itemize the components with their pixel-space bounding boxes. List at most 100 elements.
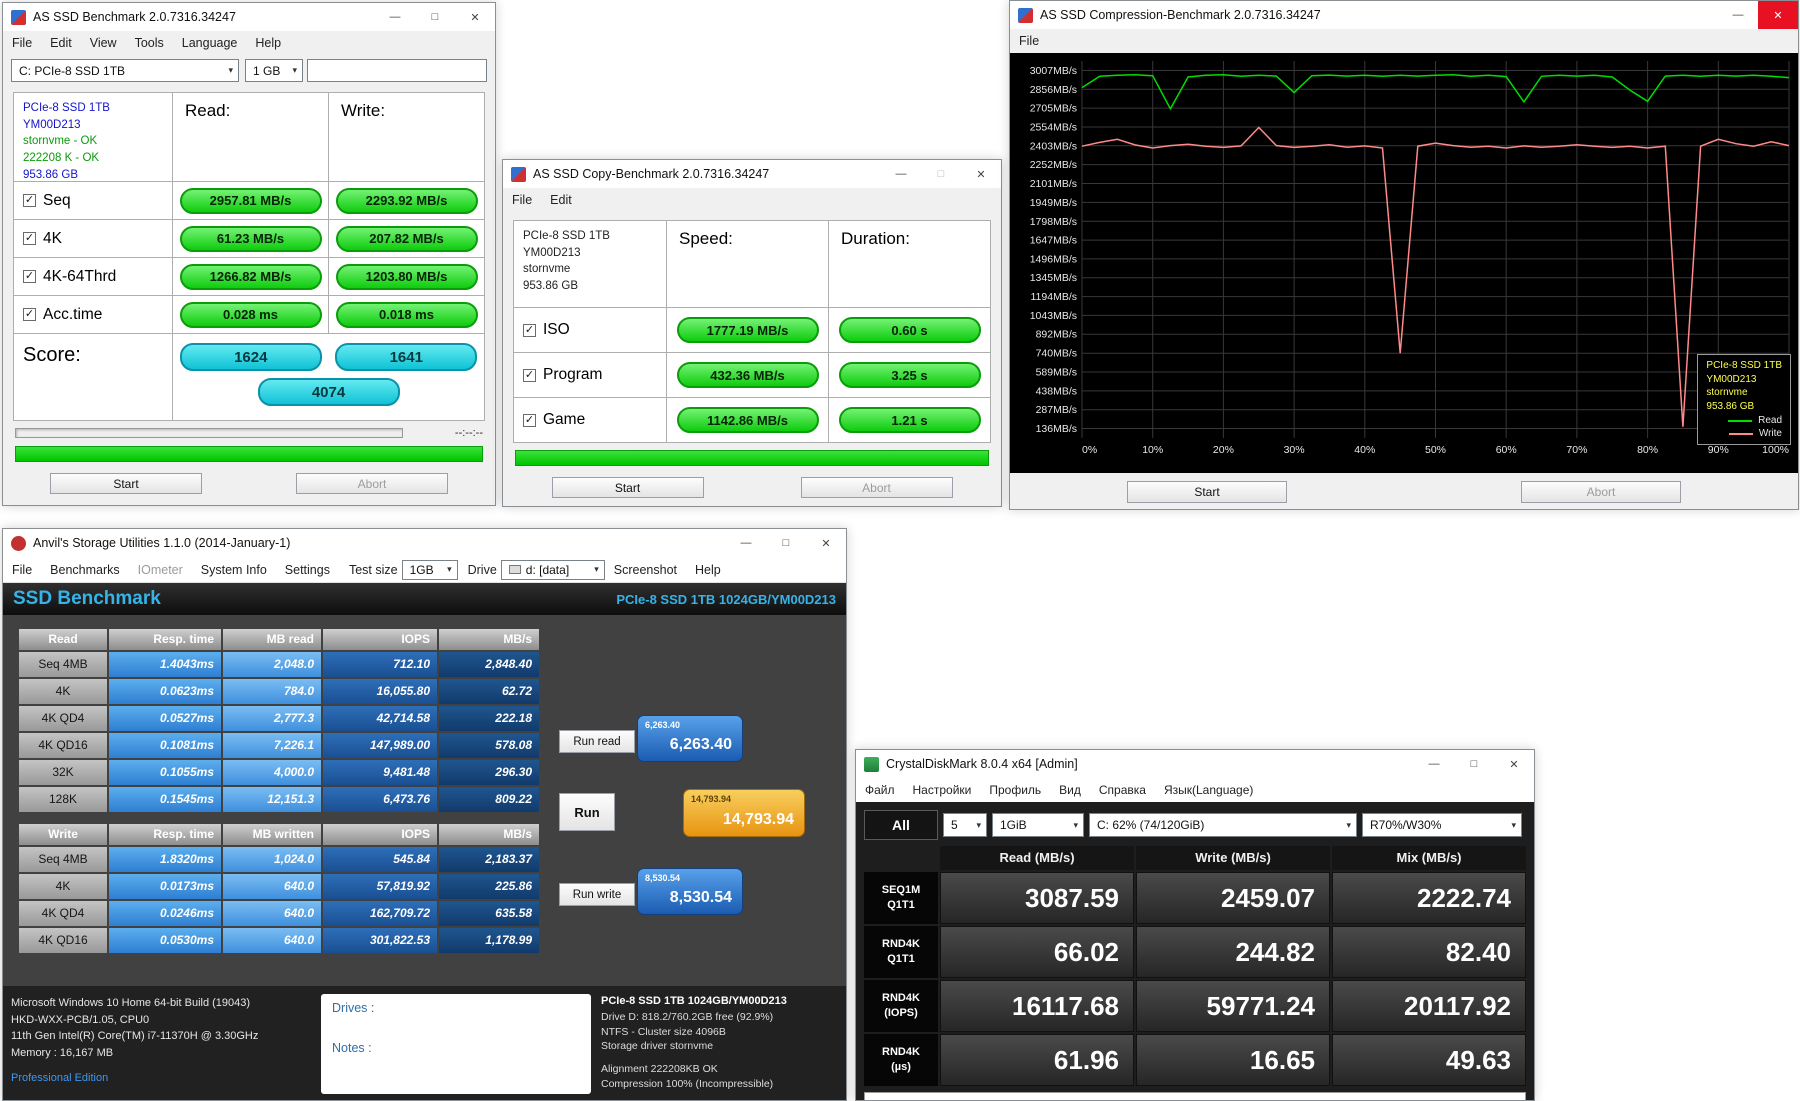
titlebar[interactable]: Anvil's Storage Utilities 1.1.0 (2014-Ja…	[3, 529, 846, 557]
mbs-cell: 2,183.37	[439, 847, 539, 872]
titlebar[interactable]: AS SSD Copy-Benchmark 2.0.7316.34247 — □…	[503, 160, 1001, 188]
4k-row-label: ✓ 4K	[14, 220, 172, 257]
progress-track	[15, 428, 403, 438]
mbs-cell: 296.30	[439, 760, 539, 785]
4k-checkbox[interactable]: ✓	[23, 232, 36, 245]
drive-combo[interactable]: C: PCIe-8 SSD 1TB ▾	[11, 59, 239, 82]
resp-time-cell: 0.1081ms	[109, 733, 221, 758]
maximize-button[interactable]: □	[1454, 750, 1494, 778]
close-button[interactable]: ✕	[1494, 750, 1534, 778]
drive-info-panel: PCIe-8 SSD 1TB YM00D213 stornvme 953.86 …	[514, 221, 666, 307]
svg-text:589MB/s: 589MB/s	[1036, 367, 1077, 379]
menu-help[interactable]: Help	[686, 560, 730, 580]
minimize-button[interactable]: —	[1414, 750, 1454, 778]
titlebar[interactable]: AS SSD Benchmark 2.0.7316.34247 — □ ✕	[3, 3, 495, 31]
text-input[interactable]	[307, 59, 487, 82]
menu-help[interactable]: Справка	[1090, 780, 1155, 800]
minimize-button[interactable]: —	[1718, 1, 1758, 29]
run-button[interactable]: Run	[559, 793, 615, 831]
menu-language[interactable]: Language	[173, 33, 247, 53]
test-size-combo[interactable]: 1GiB ▾	[992, 813, 1084, 837]
close-button[interactable]: ✕	[455, 3, 495, 31]
menu-screenshot[interactable]: Screenshot	[605, 560, 686, 580]
resp-time-cell: 0.0246ms	[109, 901, 221, 926]
chevron-down-icon: ▾	[287, 65, 297, 76]
mix-ratio-combo[interactable]: R70%/W30% ▾	[1362, 813, 1522, 837]
minimize-button[interactable]: —	[881, 160, 921, 188]
seq-row-label: ✓ Seq	[14, 182, 172, 219]
close-button[interactable]: ✕	[806, 529, 846, 557]
seq-checkbox[interactable]: ✓	[23, 194, 36, 207]
legend-firmware: YM00D213	[1706, 373, 1782, 387]
rnd4k-mix-value: 82.40	[1332, 926, 1526, 978]
menu-help[interactable]: Help	[246, 33, 290, 53]
menu-file[interactable]: File	[1010, 31, 1048, 51]
start-button[interactable]: Start	[552, 477, 704, 498]
4k64-checkbox[interactable]: ✓	[23, 270, 36, 283]
menu-edit[interactable]: Edit	[41, 33, 81, 53]
program-checkbox[interactable]: ✓	[523, 369, 536, 382]
close-button[interactable]: ✕	[961, 160, 1001, 188]
svg-text:40%: 40%	[1354, 444, 1375, 456]
titlebar[interactable]: CrystalDiskMark 8.0.4 x64 [Admin] — □ ✕	[856, 750, 1534, 778]
rnd4k-iops-mix-value: 20117.92	[1332, 980, 1526, 1032]
menu-tools[interactable]: Tools	[126, 33, 173, 53]
target-drive-combo[interactable]: C: 62% (74/120GiB) ▾	[1089, 813, 1357, 837]
write-column-header: Write:	[329, 93, 484, 181]
seq1m-q1t1-button[interactable]: SEQ1M Q1T1	[864, 872, 938, 924]
seq-write-value: 2293.92 MB/s	[336, 188, 478, 214]
rnd4k-q1t1-button[interactable]: RND4K Q1T1	[864, 926, 938, 978]
mbs-cell: 225.86	[439, 874, 539, 899]
chart-legend: PCIe-8 SSD 1TB YM00D213 stornvme 953.86 …	[1697, 354, 1791, 445]
menu-view[interactable]: Вид	[1050, 780, 1090, 800]
menu-file[interactable]: File	[3, 33, 41, 53]
svg-text:1043MB/s: 1043MB/s	[1030, 310, 1077, 322]
acctime-checkbox[interactable]: ✓	[23, 308, 36, 321]
write-score-pill: 1641	[335, 343, 477, 371]
game-checkbox[interactable]: ✓	[523, 414, 536, 427]
run-write-button[interactable]: Run write	[559, 883, 635, 906]
maximize-button[interactable]: □	[766, 529, 806, 557]
edition-label[interactable]: Professional Edition	[11, 1070, 305, 1087]
menu-language[interactable]: Язык(Language)	[1155, 780, 1262, 800]
benchmark-main-area: Read Resp. time MB read IOPS MB/s Seq 4M…	[3, 615, 846, 986]
iso-row-label: ✓ ISO	[514, 308, 666, 352]
menu-settings[interactable]: Настройки	[904, 780, 981, 800]
minimize-button[interactable]: —	[726, 529, 766, 557]
minimize-button[interactable]: —	[375, 3, 415, 31]
run-read-button[interactable]: Run read	[559, 730, 635, 753]
menu-system-info[interactable]: System Info	[192, 560, 276, 580]
menu-file[interactable]: File	[3, 560, 41, 580]
menu-settings[interactable]: Settings	[276, 560, 339, 580]
row-label-line2: Q1T1	[887, 952, 915, 967]
iso-duration-value: 0.60 s	[839, 317, 981, 343]
start-button[interactable]: Start	[50, 473, 202, 494]
drive-combo[interactable]: d: [data] ▾	[501, 560, 605, 580]
rnd4k-latency-button[interactable]: RND4K (µs)	[864, 1034, 938, 1086]
legend-drive-name: PCIe-8 SSD 1TB	[1706, 359, 1782, 373]
all-button[interactable]: All	[864, 810, 938, 840]
menu-file[interactable]: File	[503, 190, 541, 210]
menu-profile[interactable]: Профиль	[980, 780, 1050, 800]
menu-view[interactable]: View	[81, 33, 126, 53]
size-combo[interactable]: 1 GB ▾	[245, 59, 303, 82]
row-label: Seq	[43, 192, 71, 210]
notes-panel[interactable]: Drives : Notes :	[321, 994, 591, 1094]
resp-time-cell: 0.1055ms	[109, 760, 221, 785]
test-count-combo[interactable]: 5 ▾	[943, 813, 987, 837]
window-anvil-storage-utilities: Anvil's Storage Utilities 1.1.0 (2014-Ja…	[2, 528, 847, 1101]
score-label: Score:	[14, 334, 172, 420]
menu-edit[interactable]: Edit	[541, 190, 581, 210]
titlebar[interactable]: AS SSD Compression-Benchmark 2.0.7316.34…	[1010, 1, 1798, 29]
rnd4k-iops-button[interactable]: RND4K (IOPS)	[864, 980, 938, 1032]
menu-file[interactable]: Файл	[856, 780, 904, 800]
mb-written-cell: 640.0	[223, 901, 321, 926]
start-button[interactable]: Start	[1127, 481, 1287, 503]
4k64-row-label: ✓ 4K-64Thrd	[14, 258, 172, 295]
menu-benchmarks[interactable]: Benchmarks	[41, 560, 128, 580]
close-button[interactable]: ✕	[1758, 1, 1798, 29]
maximize-button[interactable]: □	[415, 3, 455, 31]
iso-checkbox[interactable]: ✓	[523, 324, 536, 337]
chevron-down-icon: ▾	[589, 564, 599, 575]
test-size-combo[interactable]: 1GB ▾	[402, 560, 458, 580]
